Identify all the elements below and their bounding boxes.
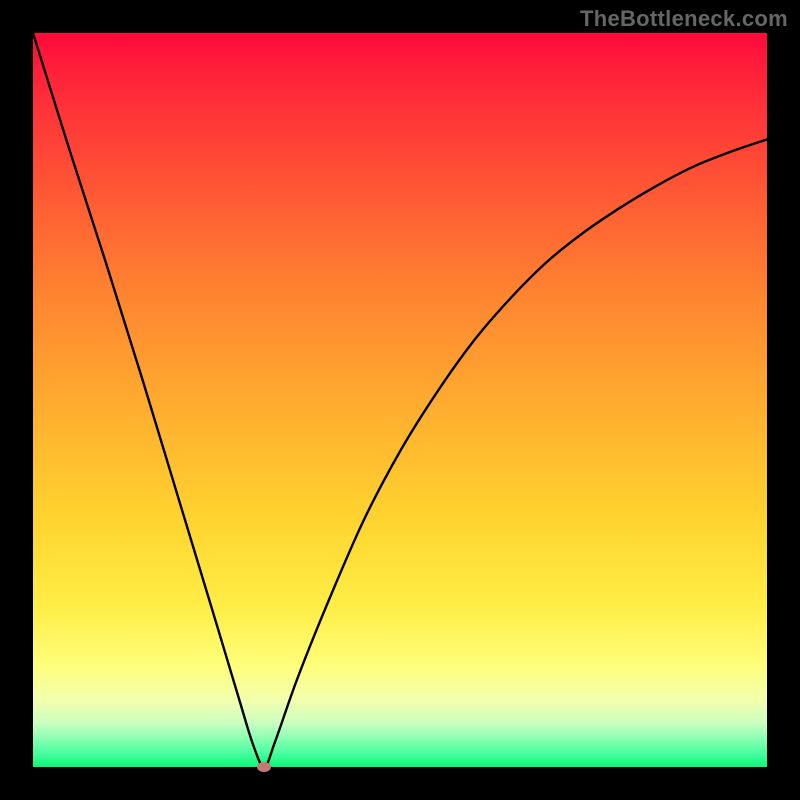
- minimum-marker: [257, 762, 271, 772]
- watermark-text: TheBottleneck.com: [580, 6, 788, 32]
- chart-frame: TheBottleneck.com: [0, 0, 800, 800]
- plot-area: [33, 33, 767, 767]
- bottleneck-curve: [33, 33, 767, 767]
- curve-svg: [33, 33, 767, 767]
